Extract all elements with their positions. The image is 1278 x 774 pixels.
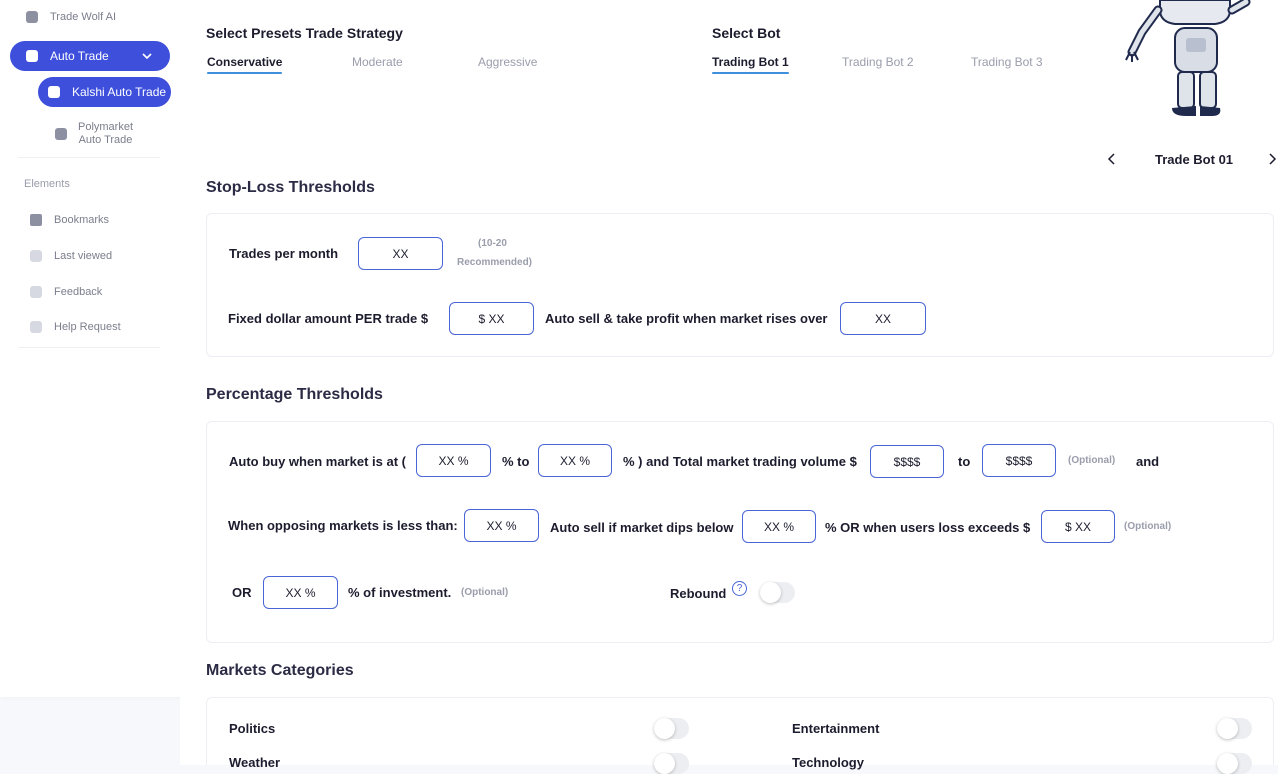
loss-exceeds-label: % OR when users loss exceeds $ (825, 520, 1031, 535)
sidebar-item-bookmarks[interactable]: Bookmarks (30, 214, 109, 226)
optional-hint: (Optional) (1068, 455, 1116, 466)
sidebar-item-label: Help Request (54, 321, 121, 333)
chevron-left-icon[interactable] (1107, 153, 1117, 165)
sidebar-item-trade-wolf-ai[interactable]: Trade Wolf AI (26, 11, 116, 23)
tab-trading-bot-3[interactable]: Trading Bot 3 (971, 55, 1043, 69)
sidebar-item-feedback[interactable]: Feedback (30, 286, 102, 298)
rebound-label: Rebound (670, 586, 727, 601)
volume-to-label: to (958, 454, 971, 469)
sidebar-item-label: Bookmarks (54, 214, 110, 226)
tab-trading-bot-2[interactable]: Trading Bot 2 (842, 55, 914, 69)
tab-conservative[interactable]: Conservative (207, 55, 283, 74)
sidebar-item-label: Polymarket (78, 121, 134, 133)
category-weather-label: Weather (229, 755, 281, 770)
category-weather-toggle[interactable] (654, 753, 689, 774)
sidebar-item-label: Kalshi Auto Trade (72, 85, 167, 99)
chat-icon (26, 11, 38, 23)
rebound-toggle[interactable] (760, 582, 795, 603)
robot-illustration (1125, 0, 1251, 116)
auto-buy-from-input[interactable]: XX % (416, 444, 491, 477)
sidebar-item-polymarket-auto-trade[interactable]: Polymarket Auto Trade (55, 121, 133, 147)
chat-icon (55, 128, 67, 140)
markets-card (206, 697, 1274, 765)
stop-loss-title: Stop-Loss Thresholds (206, 179, 375, 196)
feedback-icon (30, 286, 42, 298)
markets-title: Markets Categories (206, 662, 354, 679)
main-content (180, 0, 1278, 765)
divider (18, 157, 160, 158)
category-technology-label: Technology (792, 755, 864, 770)
sidebar-item-kalshi-auto-trade[interactable]: Kalshi Auto Trade (38, 77, 171, 107)
fixed-dollar-label: Fixed dollar amount PER trade $ (228, 311, 429, 326)
opposing-markets-label: When opposing markets is less than: (228, 518, 458, 533)
auto-sell-profit-input[interactable]: XX (840, 302, 926, 335)
help-circle-icon[interactable]: ? (732, 581, 747, 596)
recommended-hint: (10-20 (478, 238, 507, 249)
presets-title: Select Presets Trade Strategy (206, 25, 403, 41)
divider (18, 347, 160, 348)
optional-hint: (Optional) (461, 587, 509, 598)
chevron-right-icon[interactable] (1268, 153, 1278, 165)
chevron-down-icon (142, 53, 152, 60)
stop-loss-card (206, 213, 1274, 357)
category-politics-label: Politics (229, 721, 276, 736)
auto-buy-label: Auto buy when market is at ( (229, 454, 406, 469)
to-label: % to (502, 454, 530, 469)
fixed-dollar-input[interactable]: $ XX (449, 302, 534, 335)
loss-exceeds-input[interactable]: $ XX (1041, 510, 1115, 543)
sidebar-item-label: Trade Wolf AI (50, 11, 117, 23)
recommended-hint: Recommended) (457, 257, 533, 268)
chat-icon (26, 50, 38, 62)
auto-sell-profit-label: Auto sell & take profit when market rise… (545, 311, 828, 326)
sidebar-item-label-group: Polymarket Auto Trade (78, 121, 133, 147)
tab-moderate[interactable]: Moderate (352, 55, 403, 69)
sidebar-item-label: Feedback (54, 286, 103, 298)
bookmark-icon (30, 214, 42, 226)
percentage-title: Percentage Thresholds (206, 386, 383, 403)
volume-from-input[interactable]: $$$$ (870, 445, 944, 478)
sidebar: Trade Wolf AI Auto Trade Kalshi Auto Tra… (0, 0, 180, 697)
category-technology-toggle[interactable] (1217, 753, 1252, 774)
chat-icon (48, 86, 60, 98)
volume-label: % ) and Total market trading volume $ (623, 454, 857, 469)
carousel-label: Trade Bot 01 (1155, 152, 1234, 167)
dips-below-input[interactable]: XX % (742, 510, 816, 543)
history-icon (30, 250, 42, 262)
tab-aggressive[interactable]: Aggressive (478, 55, 537, 69)
optional-hint: (Optional) (1124, 521, 1172, 532)
sidebar-item-auto-trade[interactable]: Auto Trade (10, 41, 170, 71)
sidebar-item-help-request[interactable]: Help Request (30, 321, 121, 333)
volume-to-input[interactable]: $$$$ (982, 444, 1056, 477)
and-label: and (1136, 454, 1160, 469)
sidebar-item-label: Auto Trade (50, 49, 109, 63)
sidebar-item-label: Auto Trade (78, 134, 133, 146)
investment-input[interactable]: XX % (263, 576, 338, 609)
sidebar-item-label: Last viewed (54, 250, 113, 262)
tab-trading-bot-1[interactable]: Trading Bot 1 (712, 55, 789, 74)
category-politics-toggle[interactable] (654, 718, 689, 739)
select-bot-title: Select Bot (712, 25, 781, 41)
auto-buy-to-input[interactable]: XX % (538, 444, 612, 477)
opposing-markets-input[interactable]: XX % (464, 509, 539, 542)
category-entertainment-label: Entertainment (792, 721, 880, 736)
trades-per-month-label: Trades per month (229, 246, 339, 261)
investment-label: % of investment. (348, 585, 452, 600)
elements-label: Elements (24, 178, 70, 190)
dips-below-label: Auto sell if market dips below (550, 520, 734, 535)
sidebar-item-last-viewed[interactable]: Last viewed (30, 250, 112, 262)
or-label: OR (232, 585, 252, 600)
trades-per-month-input[interactable]: XX (358, 237, 443, 270)
help-icon (30, 321, 42, 333)
category-entertainment-toggle[interactable] (1217, 718, 1252, 739)
